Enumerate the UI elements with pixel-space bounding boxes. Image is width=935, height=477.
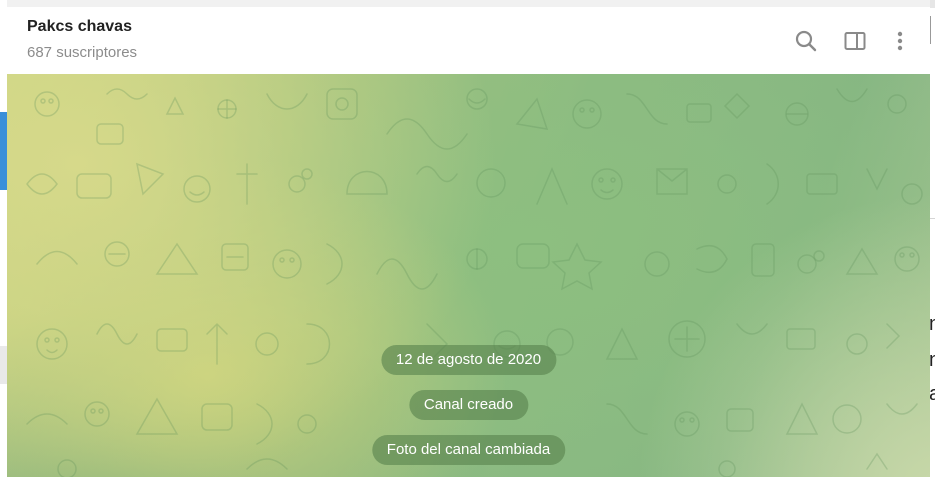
- background-topbar: [930, 0, 935, 8]
- background-box-edge: [930, 16, 935, 44]
- chat-header[interactable]: Pakcs chavas 687 suscriptores: [7, 7, 930, 74]
- service-message-photo-changed: Foto del canal cambiada: [371, 435, 566, 465]
- sidebar-toggle-icon[interactable]: [841, 27, 869, 55]
- background-sidebar: [0, 0, 7, 477]
- background-chat-row: [0, 346, 7, 384]
- message-area[interactable]: 12 de agosto de 2020 Canal creado Foto d…: [7, 74, 930, 477]
- subscriber-count: 687 suscriptores: [27, 44, 138, 61]
- background-text-fragment: n: [930, 350, 935, 370]
- search-icon[interactable]: [792, 27, 820, 55]
- date-badge: 12 de agosto de 2020: [380, 345, 557, 375]
- background-text-fragment: n: [930, 314, 935, 334]
- background-panel: n n a: [930, 0, 935, 477]
- more-vertical-icon[interactable]: [886, 27, 914, 55]
- background-text-fragment: a: [930, 384, 935, 404]
- channel-title[interactable]: Pakcs chavas: [27, 18, 132, 36]
- channel-window: Pakcs chavas 687 suscriptores 12 de agos…: [7, 7, 930, 477]
- background-divider: [930, 218, 935, 219]
- background-selected-chat: [0, 112, 7, 190]
- service-message-channel-created: Canal creado: [408, 390, 529, 420]
